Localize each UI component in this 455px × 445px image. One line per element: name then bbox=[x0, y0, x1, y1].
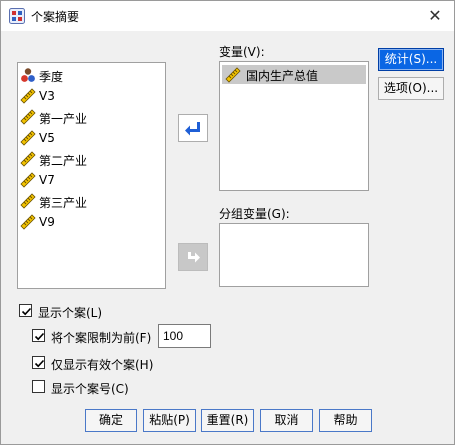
arrow-left-return-icon bbox=[185, 122, 200, 136]
scale-var-icon bbox=[20, 88, 36, 104]
list-item-label: V5 bbox=[39, 131, 55, 145]
close-icon: ✕ bbox=[428, 6, 442, 25]
list-item[interactable]: V3 bbox=[18, 86, 165, 106]
check-icon bbox=[34, 332, 45, 341]
arrow-right-icon bbox=[188, 252, 200, 263]
list-item-label: 第一产业 bbox=[39, 112, 88, 126]
list-item[interactable]: V7 bbox=[18, 170, 165, 190]
list-item[interactable]: V9 bbox=[18, 212, 165, 232]
options-button[interactable]: 选项(O)... bbox=[378, 77, 444, 100]
ok-button[interactable]: 确定 bbox=[85, 409, 137, 432]
scale-var-icon bbox=[20, 109, 36, 125]
list-item-label: 第三产业 bbox=[39, 196, 88, 210]
case-limit-input[interactable] bbox=[158, 324, 211, 348]
list-item[interactable]: V5 bbox=[18, 128, 165, 148]
scale-var-icon bbox=[20, 172, 36, 188]
help-button[interactable]: 帮助 bbox=[319, 409, 372, 432]
list-item-label: V7 bbox=[39, 173, 55, 187]
list-item[interactable]: 季度 bbox=[18, 65, 165, 85]
variables-label: 变量(V): bbox=[219, 45, 265, 59]
list-item[interactable]: 第二产业 bbox=[18, 149, 165, 169]
grouping-variables-list[interactable] bbox=[219, 223, 369, 287]
scale-var-icon bbox=[20, 130, 36, 146]
checkbox-label: 显示个案(L) bbox=[38, 306, 103, 320]
scale-var-icon bbox=[20, 151, 36, 167]
grouping-label: 分组变量(G): bbox=[219, 207, 290, 221]
window-title: 个案摘要 bbox=[31, 10, 80, 24]
checkbox-box[interactable] bbox=[32, 329, 45, 342]
statistics-button[interactable]: 统计(S)... bbox=[378, 48, 444, 71]
case-summaries-dialog: 个案摘要 ✕ 季度 V3 第一产业 V5 第二产业 V7 第三产业 V9 变量(… bbox=[0, 0, 455, 445]
checkbox-box[interactable] bbox=[32, 380, 45, 393]
nominal-var-icon bbox=[21, 68, 35, 82]
cancel-button[interactable]: 取消 bbox=[260, 409, 313, 432]
paste-button[interactable]: 粘贴(P) bbox=[143, 409, 196, 432]
scale-var-icon bbox=[20, 193, 36, 209]
checkbox-box[interactable] bbox=[32, 356, 45, 369]
list-item-label: 季度 bbox=[39, 70, 64, 84]
close-button[interactable]: ✕ bbox=[424, 5, 446, 27]
check-icon bbox=[21, 307, 32, 316]
check-icon bbox=[34, 359, 45, 368]
list-item-label: V9 bbox=[39, 215, 55, 229]
move-to-grouping-button[interactable] bbox=[178, 243, 208, 271]
spss-app-icon bbox=[9, 8, 25, 24]
title-bar: 个案摘要 ✕ bbox=[1, 1, 454, 31]
list-item[interactable]: 国内生产总值 bbox=[222, 65, 366, 84]
list-item[interactable]: 第一产业 bbox=[18, 107, 165, 127]
source-variable-list[interactable]: 季度 V3 第一产业 V5 第二产业 V7 第三产业 V9 bbox=[17, 62, 166, 289]
move-to-variables-button[interactable] bbox=[178, 114, 208, 142]
list-item[interactable]: 第三产业 bbox=[18, 191, 165, 211]
checkbox-label: 仅显示有效个案(H) bbox=[51, 358, 154, 372]
checkbox-label: 将个案限制为前(F) bbox=[51, 331, 152, 345]
checkbox-label: 显示个案号(C) bbox=[51, 382, 129, 396]
checkbox-box[interactable] bbox=[19, 304, 32, 317]
list-item-label: 国内生产总值 bbox=[246, 69, 319, 83]
list-item-label: V3 bbox=[39, 89, 55, 103]
list-item-label: 第二产业 bbox=[39, 154, 88, 168]
reset-button[interactable]: 重置(R) bbox=[201, 409, 254, 432]
scale-var-icon bbox=[225, 67, 241, 83]
variables-list[interactable]: 国内生产总值 bbox=[219, 61, 369, 191]
scale-var-icon bbox=[20, 214, 36, 230]
